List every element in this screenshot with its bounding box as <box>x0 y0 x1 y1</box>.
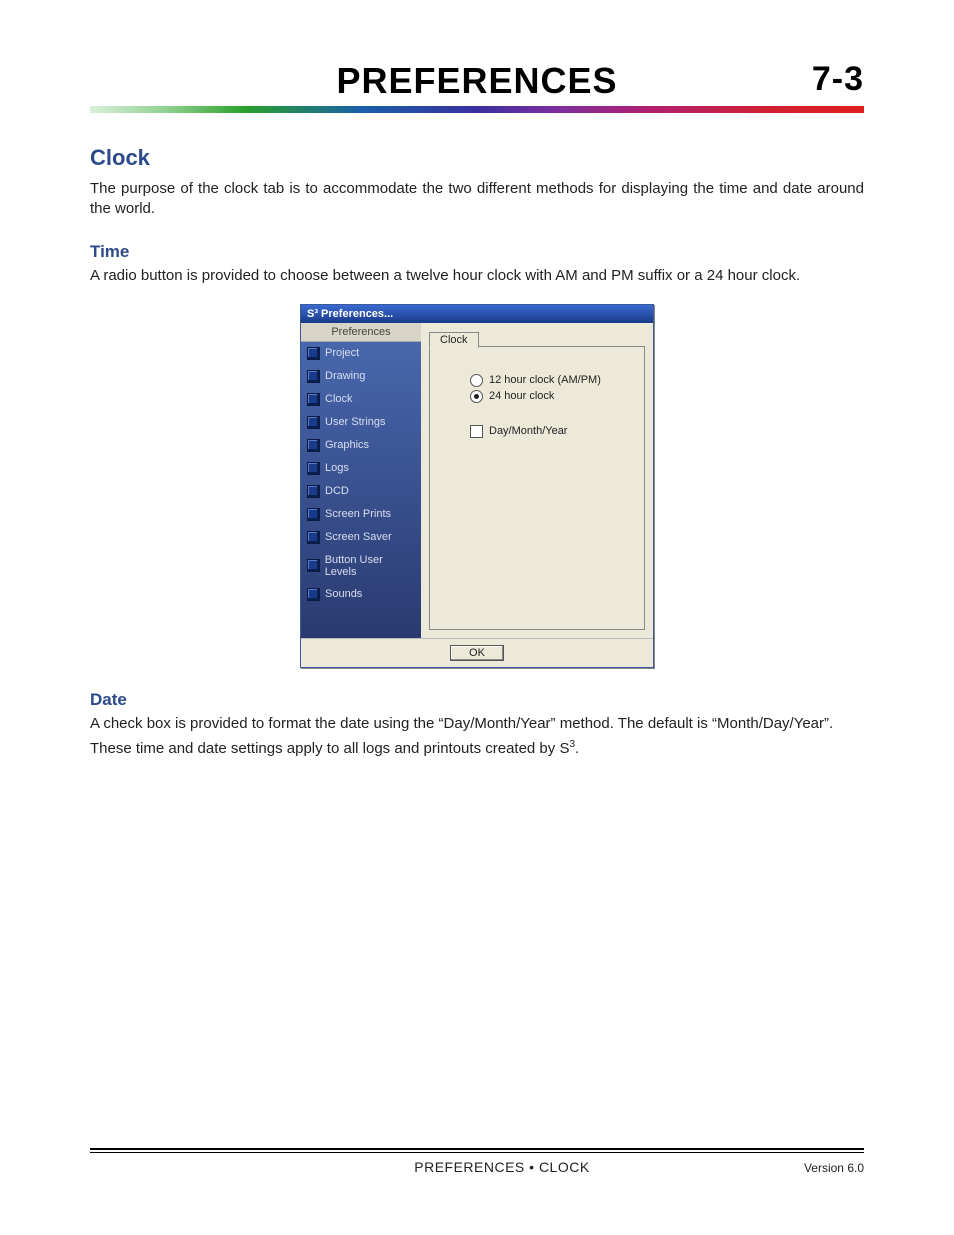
checkbox-label: Day/Month/Year <box>489 425 567 437</box>
radio-label: 24 hour clock <box>489 390 554 402</box>
screenshot-wrapper: S³ Preferences... Preferences Project Dr… <box>90 304 864 668</box>
chapter-title: PREFERENCES <box>336 60 617 102</box>
document-page: PREFERENCES 7-3 Clock The purpose of the… <box>0 0 954 1235</box>
dialog-titlebar[interactable]: S³ Preferences... <box>301 305 653 323</box>
dialog-content: Clock 12 hour clock (AM/PM) 24 hour cloc… <box>421 323 653 638</box>
date-body2-suffix: . <box>575 740 579 757</box>
sidebar-item-dcd[interactable]: DCD <box>301 480 421 503</box>
header-divider <box>90 106 864 113</box>
tab-panel: 12 hour clock (AM/PM) 24 hour clock Day/… <box>429 346 645 630</box>
dialog-body: Preferences Project Drawing Clock <box>301 323 653 638</box>
folder-icon <box>307 508 320 521</box>
sidebar-item-project[interactable]: Project <box>301 342 421 365</box>
radio-icon <box>470 390 483 403</box>
sidebar-item-label: Button User Levels <box>325 554 415 578</box>
tab-clock[interactable]: Clock <box>429 332 479 348</box>
sidebar-item-drawing[interactable]: Drawing <box>301 365 421 388</box>
folder-icon <box>307 439 320 452</box>
sidebar-item-screen-prints[interactable]: Screen Prints <box>301 503 421 526</box>
ok-button[interactable]: OK <box>450 645 504 661</box>
folder-icon <box>307 559 320 572</box>
radio-dot-icon <box>474 394 479 399</box>
preferences-dialog: S³ Preferences... Preferences Project Dr… <box>300 304 654 668</box>
footer-breadcrumb: PREFERENCES • CLOCK <box>200 1159 804 1175</box>
folder-icon <box>307 531 320 544</box>
dialog-sidebar: Preferences Project Drawing Clock <box>301 323 421 638</box>
radio-icon <box>470 374 483 387</box>
folder-icon <box>307 393 320 406</box>
sidebar-item-logs[interactable]: Logs <box>301 457 421 480</box>
section-heading-clock: Clock <box>90 145 864 171</box>
sidebar-item-user-strings[interactable]: User Strings <box>301 411 421 434</box>
folder-icon <box>307 485 320 498</box>
date-body-text-2: These time and date settings apply to al… <box>90 738 864 759</box>
sidebar-item-label: Screen Prints <box>325 508 391 520</box>
footer-version: Version 6.0 <box>804 1161 864 1175</box>
sidebar-item-label: Sounds <box>325 588 362 600</box>
folder-icon <box>307 462 320 475</box>
radio-12-hour[interactable]: 12 hour clock (AM/PM) <box>470 374 634 387</box>
page-footer: PREFERENCES • CLOCK Version 6.0 <box>90 1148 864 1175</box>
folder-icon <box>307 347 320 360</box>
checkbox-date-format[interactable]: Day/Month/Year <box>470 425 634 438</box>
clock-intro-text: The purpose of the clock tab is to accom… <box>90 179 864 220</box>
sidebar-item-label: Drawing <box>325 370 365 382</box>
sidebar-item-label: Screen Saver <box>325 531 392 543</box>
sidebar-item-graphics[interactable]: Graphics <box>301 434 421 457</box>
sidebar-item-sounds[interactable]: Sounds <box>301 583 421 606</box>
sidebar-item-label: Logs <box>325 462 349 474</box>
date-body2-prefix: These time and date settings apply to al… <box>90 740 569 757</box>
date-body-text-1: A check box is provided to format the da… <box>90 714 864 734</box>
chapter-page-number: 7-3 <box>812 60 864 99</box>
folder-icon <box>307 370 320 383</box>
sidebar-item-label: Project <box>325 347 359 359</box>
checkbox-icon <box>470 425 483 438</box>
folder-icon <box>307 588 320 601</box>
sidebar-item-label: Graphics <box>325 439 369 451</box>
radio-label: 12 hour clock (AM/PM) <box>489 374 601 386</box>
chapter-header: PREFERENCES 7-3 <box>90 60 864 102</box>
radio-24-hour[interactable]: 24 hour clock <box>470 390 634 403</box>
sidebar-header: Preferences <box>301 323 421 342</box>
sidebar-item-screen-saver[interactable]: Screen Saver <box>301 526 421 549</box>
footer-rule <box>90 1152 864 1153</box>
dialog-button-row: OK <box>301 638 653 667</box>
folder-icon <box>307 416 320 429</box>
footer-rule <box>90 1148 864 1150</box>
footer-row: PREFERENCES • CLOCK Version 6.0 <box>90 1159 864 1175</box>
section-heading-time: Time <box>90 242 864 262</box>
sidebar-item-button-user-levels[interactable]: Button User Levels <box>301 549 421 583</box>
time-body-text: A radio button is provided to choose bet… <box>90 266 864 286</box>
sidebar-item-clock[interactable]: Clock <box>301 388 421 411</box>
sidebar-item-label: Clock <box>325 393 353 405</box>
sidebar-item-label: User Strings <box>325 416 386 428</box>
sidebar-item-label: DCD <box>325 485 349 497</box>
section-heading-date: Date <box>90 690 864 710</box>
